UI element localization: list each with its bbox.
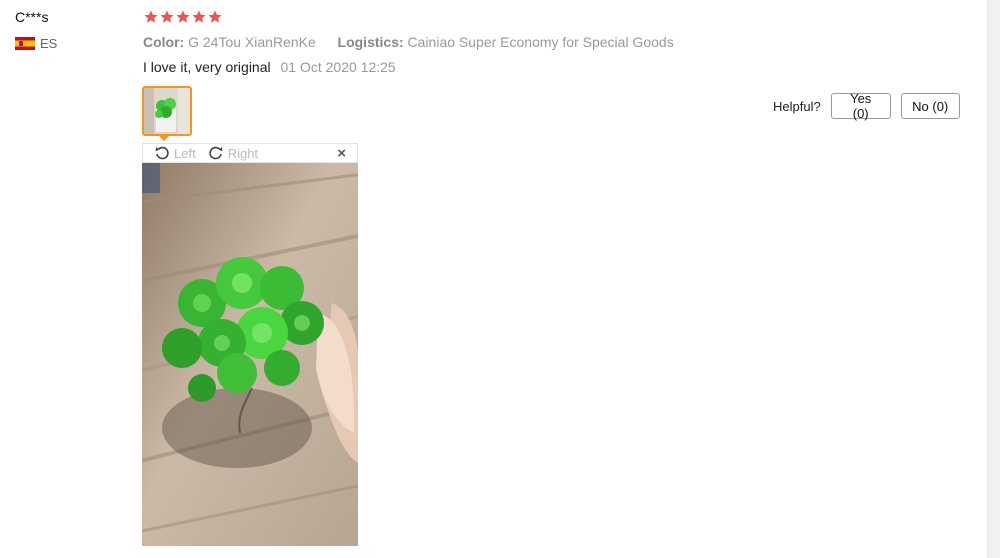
plant-photo-image: [142, 163, 358, 546]
close-viewer-button[interactable]: ×: [337, 145, 346, 162]
rotate-right-label: Right: [227, 145, 259, 161]
reviewer-name: C***s: [15, 9, 49, 25]
image-viewer-toolbar: Left Right ×: [142, 143, 358, 163]
star-rating: [143, 9, 223, 25]
rotate-left-icon: [155, 146, 169, 160]
rotate-left-button[interactable]: Left: [154, 145, 196, 161]
review-text: I love it, very original: [143, 59, 271, 75]
helpful-label: Helpful?: [773, 98, 821, 114]
thumbnail-pointer: [158, 135, 170, 141]
country-code: ES: [40, 36, 58, 51]
star-icon: [160, 10, 174, 23]
helpful-no-button[interactable]: No (0): [900, 93, 960, 119]
helpful-yes-button[interactable]: Yes (0): [830, 91, 891, 121]
star-icon: [192, 10, 206, 23]
review-photo-thumbnail[interactable]: [142, 86, 192, 136]
color-label: Color:: [143, 34, 185, 50]
star-icon: [176, 10, 190, 23]
spain-flag-icon: [15, 37, 35, 50]
review-content: I love it, very original 01 Oct 2020 12:…: [143, 59, 396, 75]
rotate-right-icon: [208, 146, 223, 160]
plant-thumbnail-image: [144, 88, 190, 134]
color-value: G 24Tou XianRenKe: [188, 34, 316, 50]
star-icon: [208, 10, 222, 23]
reviewer-country: ES: [15, 36, 57, 51]
rotate-right-button[interactable]: Right: [208, 145, 258, 161]
rotate-left-label: Left: [174, 145, 196, 161]
logistics-value: Cainiao Super Economy for Special Goods: [407, 34, 674, 50]
logistics-label: Logistics:: [337, 34, 404, 50]
star-icon: [144, 10, 158, 23]
sku-info: Color: G 24Tou XianRenKe Logistics: Cain…: [143, 34, 674, 50]
helpful-section: Helpful? Yes (0) No (0): [773, 91, 960, 121]
review-date: 01 Oct 2020 12:25: [280, 59, 396, 75]
review-photo-large: [142, 163, 358, 546]
scrollbar[interactable]: [987, 0, 1000, 558]
